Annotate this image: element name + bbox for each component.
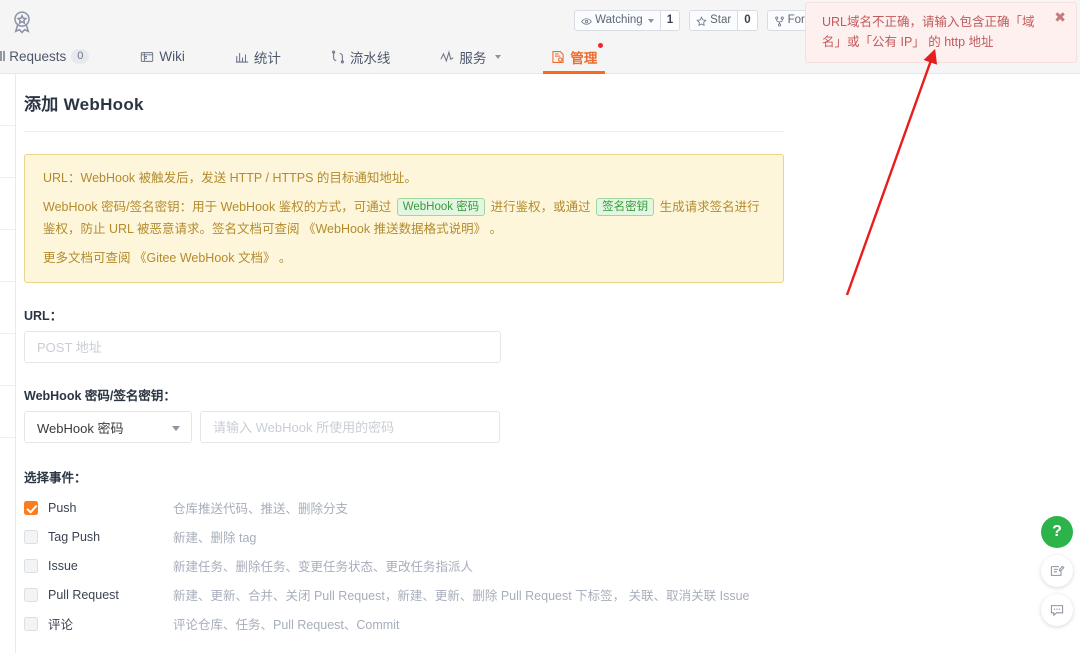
event-name-push: Push [48, 500, 77, 515]
fork-icon [774, 15, 785, 27]
notice-line-3: 更多文档可查阅 《Gitee WebHook 文档》 。 [43, 251, 292, 265]
webhook-form-panel: 添加 WebHook URL：WebHook 被触发后，发送 HTTP / HT… [24, 90, 784, 653]
manage-icon [551, 50, 565, 64]
star-count[interactable]: 0 [738, 10, 758, 31]
event-row-push[interactable]: Push 仓库推送代码、推送、删除分支 [24, 493, 784, 522]
checkbox-pull-request[interactable] [24, 587, 38, 602]
event-desc-push: 仓库推送代码、推送、删除分支 [173, 502, 349, 516]
notice-line-1: URL：WebHook 被触发后，发送 HTTP / HTTPS 的目标通知地址… [43, 171, 417, 185]
sidebar-row[interactable] [0, 334, 15, 386]
tab-service-label: 服务 [459, 50, 487, 66]
tab-pipeline[interactable]: 流水线 [331, 40, 391, 73]
sidebar-row[interactable] [0, 74, 15, 126]
help-question-button[interactable]: ? [1041, 516, 1073, 548]
event-name-issue: Issue [48, 558, 78, 573]
events-section: 选择事件： Push 仓库推送代码、推送、删除分支 Tag Push 新建、删除… [24, 467, 784, 638]
star-label: Star [710, 14, 732, 26]
tab-pull-requests-label: ull Requests [0, 49, 67, 64]
event-name-tag-push: Tag Push [48, 529, 101, 544]
pipeline-icon [331, 50, 345, 64]
star-button-group[interactable]: Star 0 [689, 10, 758, 31]
event-desc-tag-push: 新建、删除 tag [173, 531, 257, 545]
chart-icon [235, 50, 249, 64]
error-toast: URL域名不正确，请输入包含正确「域名」或「公有 IP」 的 http 地址 ✖ [805, 2, 1077, 63]
left-sidebar-sliver [0, 74, 16, 653]
tab-service[interactable]: 服务 [440, 40, 502, 73]
checkbox-push[interactable] [24, 500, 38, 515]
watching-label: Watching [595, 14, 643, 26]
pulse-icon [440, 49, 454, 64]
url-label: URL： [24, 309, 63, 323]
chat-bubble-icon [1049, 602, 1065, 618]
award-rosette-icon [8, 8, 36, 36]
tab-stats[interactable]: 统计 [235, 40, 281, 73]
tab-pull-requests-count: 0 [71, 49, 90, 64]
event-name-comment: 评论 [48, 618, 74, 632]
event-row-tag-push[interactable]: Tag Push 新建、删除 tag [24, 522, 784, 551]
event-desc-comment: 评论仓库、任务、Pull Request、Commit [173, 618, 400, 632]
close-icon[interactable]: ✖ [1054, 10, 1066, 24]
events-label: 选择事件： [24, 471, 87, 485]
watching-button[interactable]: Watching [574, 10, 661, 31]
secret-value-input[interactable] [200, 411, 500, 443]
tab-manage-label: 管理 [570, 50, 598, 66]
page-title: 添加 WebHook [24, 95, 144, 114]
event-name-pull-request: Pull Request [48, 587, 119, 602]
sidebar-row[interactable] [0, 282, 15, 334]
url-input[interactable] [24, 331, 501, 363]
star-icon [696, 15, 707, 27]
notice-line-2b: 进行鉴权，或通过 [490, 200, 591, 214]
webhook-info-notice: URL：WebHook 被触发后，发送 HTTP / HTTPS 的目标通知地址… [24, 154, 784, 283]
tab-wiki-label: Wiki [159, 49, 185, 64]
question-mark-icon: ? [1052, 523, 1062, 540]
secret-type-selected-value: WebHook 密码 [37, 420, 124, 436]
feedback-button[interactable] [1041, 555, 1073, 587]
chevron-down-icon [495, 54, 502, 59]
edit-note-icon [1049, 563, 1065, 579]
event-desc-pull-request: 新建、更新、合并、关闭 Pull Request，新建、更新、删除 Pull R… [173, 589, 750, 603]
sidebar-row[interactable] [0, 230, 15, 282]
chevron-down-icon [647, 18, 654, 23]
tab-pull-requests[interactable]: ull Requests 0 [0, 40, 90, 73]
tab-manage[interactable]: 管理 [543, 40, 606, 74]
sidebar-row[interactable] [0, 126, 15, 178]
watching-count[interactable]: 1 [660, 10, 681, 31]
notice-line-2: WebHook 密码/签名密钥：用于 WebHook 鉴权的方式，可通过 Web… [43, 196, 769, 240]
repo-actions: Watching 1 Star 0 Fork [574, 10, 837, 31]
checkbox-comment[interactable] [24, 616, 38, 631]
event-row-issue[interactable]: Issue 新建任务、删除任务、变更任务状态、更改任务指派人 [24, 551, 784, 580]
event-row-comment[interactable]: 评论 评论仓库、任务、Pull Request、Commit [24, 609, 784, 638]
error-toast-message: URL域名不正确，请输入包含正确「域名」或「公有 IP」 的 http 地址 [822, 15, 1035, 49]
sidebar-row[interactable] [0, 386, 15, 438]
floating-help-cluster: ? [1041, 516, 1073, 626]
notice-line-2a: WebHook 密码/签名密钥：用于 WebHook 鉴权的方式，可通过 [43, 200, 392, 214]
title-divider [24, 131, 784, 132]
event-desc-issue: 新建任务、删除任务、变更任务状态、更改任务指派人 [173, 560, 474, 574]
tag-webhook-password: WebHook 密码 [396, 198, 486, 216]
tab-wiki[interactable]: Wiki [140, 40, 185, 73]
tab-stats-label: 统计 [253, 50, 281, 66]
eye-icon [581, 15, 592, 26]
event-row-pull-request[interactable]: Pull Request 新建、更新、合并、关闭 Pull Request，新建… [24, 580, 784, 609]
tab-pipeline-label: 流水线 [349, 50, 391, 66]
secret-label: WebHook 密码/签名密钥： [24, 389, 176, 403]
secret-row: WebHook 密码 [24, 411, 784, 443]
chat-button[interactable] [1041, 594, 1073, 626]
book-icon [140, 50, 154, 64]
secret-type-select[interactable]: WebHook 密码 [24, 411, 192, 443]
sidebar-row[interactable] [0, 178, 15, 230]
checkbox-tag-push[interactable] [24, 529, 38, 544]
repo-nav-tabs: ull Requests 0 Wiki 统计 [0, 40, 606, 74]
tab-active-underline [543, 71, 606, 74]
star-button[interactable]: Star [689, 10, 739, 31]
checkbox-issue[interactable] [24, 558, 38, 573]
chevron-down-icon [172, 426, 180, 431]
tag-signature-key: 签名密钥 [596, 198, 655, 216]
watching-button-group[interactable]: Watching 1 [574, 10, 681, 31]
